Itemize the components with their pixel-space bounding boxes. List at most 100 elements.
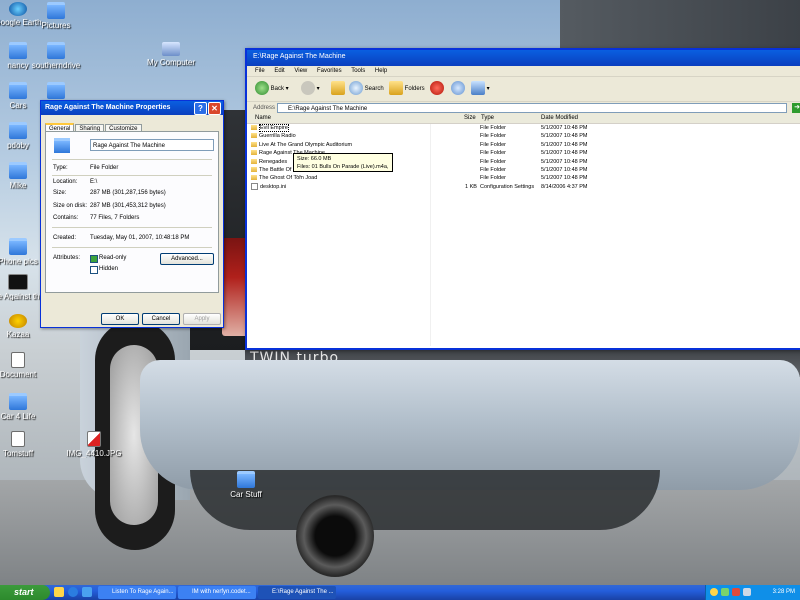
list-item[interactable]: Guerrilla Radio File Folder 5/1/2007 10:…	[247, 132, 800, 140]
readonly-checkbox[interactable]	[90, 255, 98, 263]
go-arrow-icon[interactable]: ➜	[792, 103, 800, 113]
menu-file[interactable]: File	[255, 68, 265, 74]
explorer-window: E:\Rage Against The Machine File Edit Vi…	[245, 48, 800, 350]
folder-icon	[54, 138, 70, 153]
tray-icon[interactable]	[710, 588, 718, 596]
menu-favorites[interactable]: Favorites	[317, 68, 342, 74]
clock: 3:28 PM	[772, 589, 795, 595]
task-explorer[interactable]: E:\Rage Against The ...	[258, 586, 336, 599]
desktop-icon-tomstuff[interactable]: Tomstuff	[0, 431, 53, 458]
task-listen-to-rage[interactable]: Listen To Rage Again...	[98, 586, 176, 599]
folder-icon	[9, 393, 27, 410]
size-label: Size:	[53, 190, 67, 196]
forward-arrow-icon	[301, 81, 315, 96]
delete-icon	[430, 81, 444, 96]
menu-edit[interactable]: Edit	[274, 68, 284, 74]
desktop-icon-document[interactable]: Document	[0, 352, 53, 379]
list-item[interactable]: desktop.ini 1 KB Configuration Settings …	[247, 182, 800, 191]
explorer-title: E:\Rage Against The Machine	[253, 53, 346, 60]
close-button[interactable]: ✕	[208, 102, 221, 115]
properties-title: Rage Against The Machine Properties	[45, 104, 171, 111]
tray-icon[interactable]	[732, 588, 740, 596]
properties-general-panel: Rage Against The Machine Type: File Fold…	[45, 131, 219, 293]
column-date[interactable]: Date Modified	[541, 114, 578, 123]
folder-icon	[9, 238, 27, 255]
toolbar: Back ▾ ▾ Search Folders ▾	[247, 77, 800, 102]
size-on-disk-label: Size on disk:	[53, 203, 88, 209]
location-value: E:\	[90, 179, 98, 185]
list-item[interactable]: Live At The Grand Olympic Auditorium Fil…	[247, 141, 800, 149]
undo-button[interactable]	[451, 81, 465, 97]
column-size[interactable]: Size	[464, 114, 476, 123]
forward-button[interactable]: ▾	[301, 81, 320, 97]
menu-help[interactable]: Help	[375, 68, 387, 74]
document-icon	[11, 431, 25, 447]
properties-dialog: Rage Against The Machine Properties ? ✕ …	[40, 100, 224, 328]
column-headers: Name Size Type Date Modified	[247, 114, 800, 124]
search-icon	[349, 81, 363, 96]
cancel-button[interactable]: Cancel	[142, 313, 180, 325]
system-tray: 3:28 PM	[705, 585, 800, 600]
hidden-label: Hidden	[99, 266, 119, 272]
column-name[interactable]: Name	[255, 114, 271, 123]
folder-icon	[47, 82, 65, 99]
volume-icon[interactable]	[743, 588, 751, 596]
hidden-checkbox[interactable]	[90, 266, 98, 274]
menu-view[interactable]: View	[294, 68, 307, 74]
properties-tabs: General Sharing Customize	[45, 121, 142, 133]
ok-button[interactable]: OK	[101, 313, 139, 325]
views-button[interactable]: ▾	[471, 81, 490, 97]
up-folder-icon	[331, 81, 345, 96]
readonly-label: Read-only	[99, 255, 127, 261]
show-desktop-icon[interactable]	[82, 587, 92, 597]
apply-button[interactable]: Apply	[183, 313, 221, 325]
folder-icon	[251, 175, 257, 181]
tray-icon[interactable]	[721, 588, 729, 596]
up-button[interactable]	[331, 81, 345, 97]
folder-icon	[251, 125, 257, 131]
explorer-titlebar[interactable]: E:\Rage Against The Machine	[247, 50, 800, 66]
start-button[interactable]: start	[0, 585, 50, 600]
folder-icon	[47, 42, 65, 59]
desktop-icon-southerndrive[interactable]: southerndrive	[21, 42, 91, 70]
desktop-icon-my-computer[interactable]: My Computer	[136, 42, 206, 67]
computer-icon	[162, 42, 180, 56]
folder-icon	[251, 167, 257, 172]
views-icon	[471, 81, 485, 96]
attributes-label: Attributes:	[53, 255, 81, 261]
folders-button[interactable]: Folders	[389, 81, 425, 97]
delete-button[interactable]	[430, 81, 444, 97]
size-on-disk-value: 287 MB (301,453,312 bytes)	[90, 203, 166, 209]
menu-tools[interactable]: Tools	[351, 68, 365, 74]
folder-icon	[237, 471, 255, 488]
contains-label: Contains:	[53, 215, 79, 221]
ie-icon[interactable]	[68, 587, 78, 597]
quicklaunch-icon[interactable]	[54, 587, 64, 597]
type-value: File Folder	[90, 165, 119, 171]
folder-icon	[251, 158, 257, 164]
task-im-with-nerfyn[interactable]: IM with nerfyn.codet...	[178, 586, 256, 599]
desktop-icon-pictures[interactable]: Pictures	[21, 2, 91, 30]
desktop-icon-car-stuff[interactable]: Car Stuff	[211, 471, 281, 499]
created-value: Tuesday, May 01, 2007, 10:48:18 PM	[90, 235, 190, 241]
folder-name-field[interactable]: Rage Against The Machine	[90, 139, 214, 151]
back-arrow-icon	[255, 81, 269, 96]
desktop-icon-img-4410[interactable]: IMG_4410.JPG	[59, 431, 129, 458]
list-item[interactable]: Evil Empire File Folder 5/1/2007 10:48 P…	[247, 124, 800, 132]
undo-icon	[451, 81, 465, 96]
document-icon	[11, 352, 25, 368]
desktop-icon-car-4-life[interactable]: Car 4 Life	[0, 393, 53, 421]
search-button[interactable]: Search	[349, 81, 384, 97]
divider	[52, 159, 212, 160]
back-button[interactable]: Back ▾	[255, 81, 289, 97]
advanced-button[interactable]: Advanced...	[160, 253, 214, 265]
divider	[52, 175, 212, 176]
folder-icon	[251, 141, 257, 147]
help-button[interactable]: ?	[194, 102, 207, 115]
address-input[interactable]: E:\Rage Against The Machine	[277, 103, 787, 113]
column-type[interactable]: Type	[481, 114, 494, 123]
created-label: Created:	[53, 235, 77, 241]
properties-titlebar[interactable]: Rage Against The Machine Properties ? ✕	[41, 101, 223, 115]
type-label: Type:	[53, 165, 68, 171]
folder-icon	[9, 162, 27, 179]
